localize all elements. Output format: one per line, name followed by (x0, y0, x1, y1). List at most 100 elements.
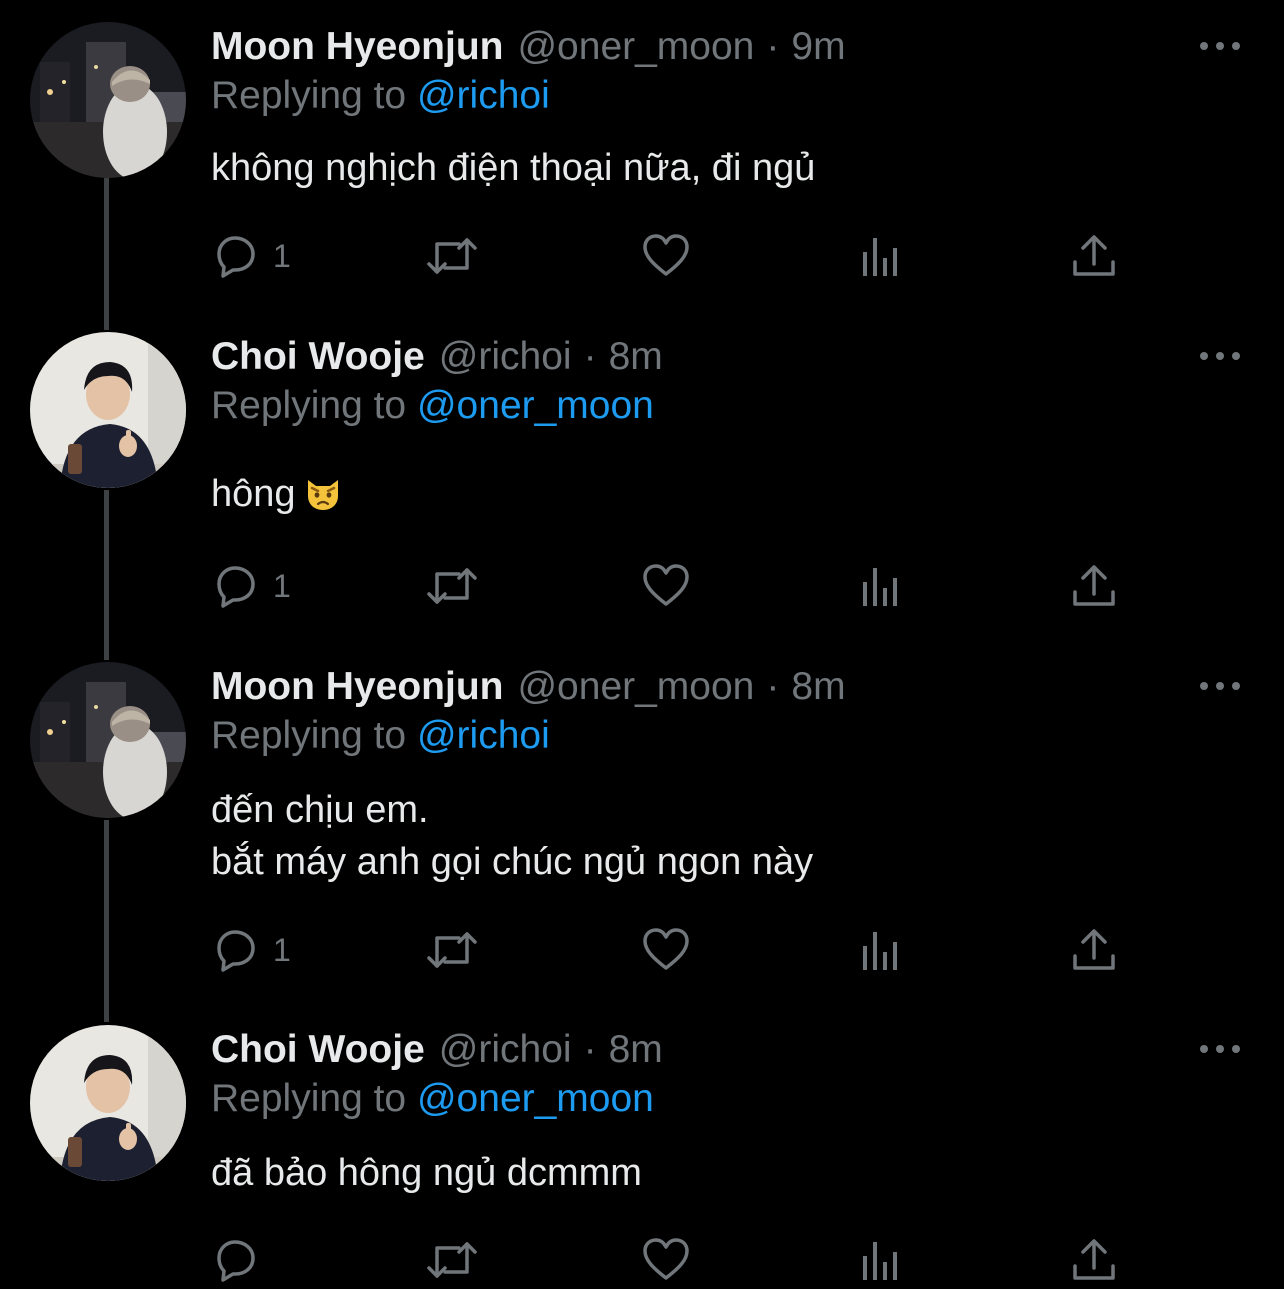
like-button[interactable] (641, 926, 691, 974)
tweet-header: Choi Wooje @richoi · 8m (211, 1025, 663, 1075)
user-handle[interactable]: @oner_moon (517, 665, 754, 709)
thread-connector-line (104, 820, 109, 1022)
avatar[interactable] (30, 1025, 186, 1181)
reply-count: 1 (273, 931, 291, 968)
heart-icon (643, 234, 689, 276)
replying-to: Replying to @oner_moon (211, 1077, 654, 1121)
thread-connector-line (104, 178, 109, 330)
retweet-arrows-icon (427, 238, 477, 274)
mention-link[interactable]: @richoi (417, 714, 550, 757)
share-button[interactable] (1071, 1236, 1117, 1284)
tweet-text: đã bảo hông ngủ dcmmm (211, 1147, 642, 1199)
timestamp[interactable]: 8m (791, 665, 845, 709)
replying-prefix: Replying to (211, 384, 407, 427)
views-button[interactable] (859, 926, 903, 974)
retweet-button[interactable] (425, 562, 479, 610)
reply-button[interactable] (211, 1236, 273, 1284)
tweet-text: không nghịch điện thoại nữa, đi ngủ (211, 142, 815, 194)
share-button[interactable] (1071, 926, 1117, 974)
mention-link[interactable]: @oner_moon (417, 384, 654, 427)
tweet-header: Choi Wooje @richoi · 8m (211, 332, 663, 382)
tweet-header: Moon Hyeonjun @oner_moon · 9m (211, 22, 846, 72)
replying-to: Replying to @oner_moon (211, 384, 654, 428)
user-handle[interactable]: @richoi (439, 1028, 572, 1072)
timestamp[interactable]: 9m (791, 25, 845, 69)
avatar[interactable] (30, 22, 186, 178)
replying-to: Replying to @richoi (211, 714, 550, 758)
like-button[interactable] (641, 232, 691, 280)
night-street-photo (30, 22, 186, 178)
separator-dot: · (766, 665, 780, 708)
timestamp[interactable]: 8m (609, 1028, 663, 1072)
share-button[interactable] (1071, 232, 1117, 280)
tweet-text-line: bắt máy anh gọi chúc ngủ ngon này (211, 841, 814, 883)
display-name[interactable]: Choi Wooje (211, 1028, 425, 1072)
retweet-arrows-icon (427, 568, 477, 604)
separator-dot: · (583, 1028, 597, 1071)
tweet-header: Moon Hyeonjun @oner_moon · 8m (211, 662, 846, 712)
more-dots-icon[interactable] (1200, 39, 1240, 53)
reply-count: 1 (273, 237, 291, 274)
more-dots-icon[interactable] (1200, 1042, 1240, 1056)
action-bar: 1 (211, 926, 1131, 974)
heart-icon (643, 1238, 689, 1280)
display-name[interactable]: Moon Hyeonjun (211, 665, 503, 709)
user-handle[interactable]: @richoi (439, 335, 572, 379)
mention-link[interactable]: @richoi (417, 74, 550, 117)
tweet-text: hông (211, 468, 342, 526)
share-upload-icon (1073, 929, 1115, 970)
action-bar: 1 (211, 232, 1131, 280)
tweet-text: đến chịu em. bắt máy anh gọi chúc ngủ ng… (211, 784, 813, 888)
tweet-text-line: đến chịu em. (211, 789, 429, 831)
share-upload-icon (1073, 235, 1115, 276)
bar-chart-icon (863, 238, 897, 276)
share-upload-icon (1073, 565, 1115, 606)
replying-prefix: Replying to (211, 1077, 407, 1120)
person-thumbs-up-photo (30, 332, 186, 488)
avatar[interactable] (30, 332, 186, 488)
speech-bubble-icon (217, 236, 255, 278)
timestamp[interactable]: 8m (609, 335, 663, 379)
retweet-arrows-icon (427, 932, 477, 968)
retweet-button[interactable] (425, 926, 479, 974)
reply-button[interactable]: 1 (211, 562, 291, 610)
heart-icon (643, 564, 689, 606)
action-bar (211, 1236, 1131, 1284)
tweet-text-line: đã bảo hông ngủ dcmmm (211, 1152, 642, 1194)
views-button[interactable] (859, 232, 903, 280)
bar-chart-icon (863, 568, 897, 606)
action-bar: 1 (211, 562, 1131, 610)
retweet-button[interactable] (425, 232, 479, 280)
tweet-text-line: hông (211, 468, 342, 526)
heart-icon (643, 928, 689, 970)
views-button[interactable] (859, 1236, 903, 1284)
separator-dot: · (583, 335, 597, 378)
user-handle[interactable]: @oner_moon (517, 25, 754, 69)
more-dots-icon[interactable] (1200, 349, 1240, 363)
reply-button[interactable]: 1 (211, 926, 291, 974)
like-button[interactable] (641, 562, 691, 610)
more-dots-icon[interactable] (1200, 679, 1240, 693)
speech-bubble-icon (217, 1240, 255, 1282)
bar-chart-icon (863, 1242, 897, 1280)
person-thumbs-up-photo (30, 1025, 186, 1181)
like-button[interactable] (641, 1236, 691, 1284)
share-button[interactable] (1071, 562, 1117, 610)
share-upload-icon (1073, 1239, 1115, 1280)
reply-button[interactable]: 1 (211, 232, 291, 280)
display-name[interactable]: Moon Hyeonjun (211, 25, 503, 69)
tweet-text-content: hông (211, 473, 296, 515)
avatar[interactable] (30, 662, 186, 818)
views-button[interactable] (859, 562, 903, 610)
display-name[interactable]: Choi Wooje (211, 335, 425, 379)
tweet-text-line: không nghịch điện thoại nữa, đi ngủ (211, 147, 816, 189)
thread-connector-line (104, 490, 109, 660)
speech-bubble-icon (217, 930, 255, 972)
replying-prefix: Replying to (211, 714, 407, 757)
replying-prefix: Replying to (211, 74, 407, 117)
separator-dot: · (766, 25, 780, 68)
bar-chart-icon (863, 932, 897, 970)
reply-count: 1 (273, 567, 291, 604)
retweet-button[interactable] (425, 1236, 479, 1284)
mention-link[interactable]: @oner_moon (417, 1077, 654, 1120)
